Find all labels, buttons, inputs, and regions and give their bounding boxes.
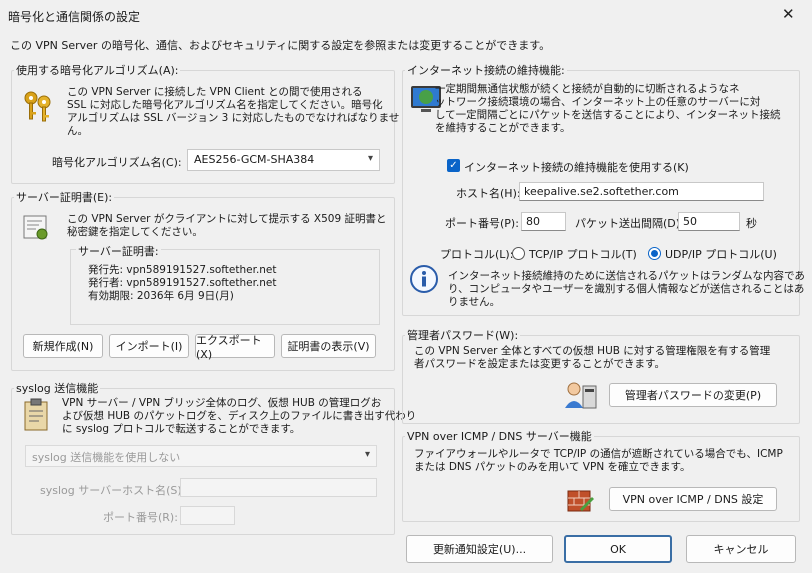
keepalive-port-input[interactable]: 80 <box>521 212 566 231</box>
syslog-desc-2: よび仮想 HUB のパケットログを、ディスク上のファイルに書き出す代わり <box>62 410 417 422</box>
certificate-icon <box>23 215 48 240</box>
icmp-desc-2: または DNS パケットのみを用いて VPN を確立できます。 <box>414 461 691 473</box>
change-admin-password-button[interactable]: 管理者パスワードの変更(P) <box>609 383 777 407</box>
admin-password-group: 管理者パスワード(W): <box>402 327 800 424</box>
keepalive-info-2: り、コンピュータやユーザーを識別する個人情報などが送信されることはあ <box>448 283 805 295</box>
encryption-legend: 使用する暗号化アルゴリズム(A): <box>16 64 179 77</box>
keepalive-interval-label: パケット送出間隔(D): <box>575 217 684 230</box>
cipher-label: 暗号化アルゴリズム名(C): <box>52 156 182 169</box>
interval-unit: 秒 <box>746 217 757 230</box>
keepalive-legend: インターネット接続の維持機能: <box>407 64 565 77</box>
encryption-desc-1: この VPN Server に接続した VPN Client との間で使用される <box>67 86 363 98</box>
udp-radio[interactable] <box>648 247 661 260</box>
syslog-mode-value: syslog 送信機能を使用しない <box>32 451 181 464</box>
keepalive-info-1: インターネット接続維持のために送信されるパケットはランダムな内容であ <box>448 270 805 282</box>
tcp-radio-label: TCP/IP プロトコル(T) <box>529 248 637 261</box>
import-certificate-button[interactable]: インポート(I) <box>109 334 189 358</box>
icmp-desc-1: ファイアウォールやルータで TCP/IP の通信が遮断されている場合でも、ICM… <box>414 448 783 460</box>
info-icon <box>410 265 438 293</box>
cipher-select-value: AES256-GCM-SHA384 <box>194 153 315 166</box>
ok-button[interactable]: OK <box>564 535 672 563</box>
new-certificate-button[interactable]: 新規作成(N) <box>23 334 103 358</box>
keepalive-desc-2: ットワーク接続環境の場合、インターネット上の任意のサーバーに対 <box>435 96 761 108</box>
certificate-desc-2: 秘密鍵を指定してください。 <box>67 226 203 238</box>
cancel-button[interactable]: キャンセル <box>686 535 796 563</box>
syslog-port-input[interactable] <box>180 506 235 525</box>
syslog-host-label: syslog サーバーホスト名(S): <box>40 484 186 497</box>
chevron-down-icon: ▾ <box>367 153 373 164</box>
syslog-desc-1: VPN サーバー / VPN ブリッジ全体のログ、仮想 HUB の管理ログお <box>62 397 382 409</box>
cert-issuer: 発行者: vpn589191527.softether.net <box>88 277 277 289</box>
tcp-radio[interactable] <box>512 247 525 260</box>
syslog-desc-3: に syslog プロトコルで転送することができます。 <box>62 423 301 435</box>
icmp-dns-settings-button[interactable]: VPN over ICMP / DNS 設定 <box>609 487 777 511</box>
udp-radio-label: UDP/IP プロトコル(U) <box>665 248 777 261</box>
syslog-mode-select[interactable]: syslog 送信機能を使用しない ▾ <box>25 445 377 467</box>
show-certificate-button[interactable]: 証明書の表示(V) <box>281 334 376 358</box>
close-icon[interactable]: ✕ <box>782 5 795 23</box>
cert-expires: 有効期限: 2036年 6月 9日(月) <box>88 290 234 302</box>
chevron-down-icon: ▾ <box>364 449 370 460</box>
keepalive-info-3: りません。 <box>448 296 501 308</box>
encryption-desc-4: ん。 <box>67 125 88 137</box>
admin-user-icon <box>565 382 597 409</box>
certificate-inner-legend: サーバー証明書: <box>76 243 161 259</box>
admin-desc-1: この VPN Server 全体とすべての仮想 HUB に対する管理権限を有する… <box>414 345 771 357</box>
intro-text: この VPN Server の暗号化、通信、およびセキュリティに関する設定を参照… <box>10 39 551 52</box>
keepalive-interval-input[interactable]: 50 <box>678 212 740 231</box>
syslog-host-input[interactable] <box>180 478 377 497</box>
title-bar: 暗号化と通信関係の設定 ✕ <box>0 0 812 30</box>
encryption-desc-2: SSL に対応した暗号化アルゴリズム名を指定してください。暗号化 <box>67 99 383 111</box>
syslog-legend: syslog 送信機能 <box>16 382 99 395</box>
certificate-desc-1: この VPN Server がクライアントに対して提示する X509 証明書と <box>67 213 387 225</box>
admin-desc-2: 者パスワードを設定または変更することができます。 <box>414 358 665 370</box>
encryption-desc-3: アルゴリズムは SSL バージョン 3 に対応したものでなければなりませ <box>67 112 400 124</box>
keepalive-checkbox[interactable]: ✓ <box>447 159 460 172</box>
icmp-dns-legend: VPN over ICMP / DNS サーバー機能 <box>407 430 592 443</box>
certificate-legend: サーバー証明書(E): <box>16 191 113 204</box>
keys-icon <box>24 91 51 122</box>
window-title: 暗号化と通信関係の設定 <box>8 10 141 24</box>
cipher-select[interactable]: AES256-GCM-SHA384 ▾ <box>187 149 380 171</box>
keepalive-port-label: ポート番号(P): <box>445 217 519 230</box>
firewall-icon <box>567 490 594 512</box>
admin-password-legend: 管理者パスワード(W): <box>407 329 519 342</box>
syslog-port-label: ポート番号(R): <box>103 511 178 524</box>
keepalive-checkbox-label: インターネット接続の維持機能を使用する(K) <box>464 161 689 174</box>
clipboard-icon <box>24 398 48 431</box>
keepalive-host-label: ホスト名(H): <box>456 187 521 200</box>
keepalive-desc-1: 一定期間無通信状態が続くと接続が自動的に切断されるようなネ <box>435 83 740 95</box>
cert-issued-to: 発行先: vpn589191527.softether.net <box>88 264 277 276</box>
export-certificate-button[interactable]: エクスポート(X) <box>195 334 275 361</box>
keepalive-host-input[interactable]: keepalive.se2.softether.com <box>519 182 764 201</box>
keepalive-desc-3: して一定間隔ごとにパケットを送信することにより、インターネット接続 <box>435 109 781 121</box>
protocol-label: プロトコル(L): <box>440 248 514 261</box>
update-notification-button[interactable]: 更新通知設定(U)... <box>406 535 553 563</box>
keepalive-desc-4: を維持することができます。 <box>435 122 571 134</box>
